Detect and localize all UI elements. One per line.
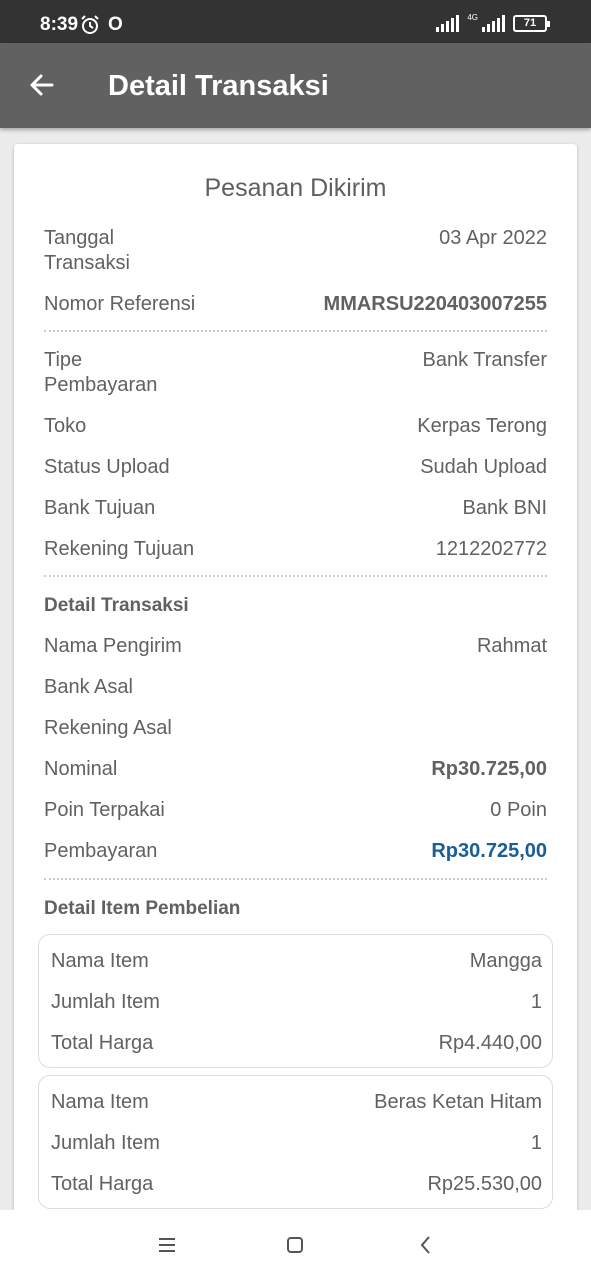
page-title: Detail Transaksi xyxy=(108,70,329,102)
pembayaran-value: Rp30.725,00 xyxy=(431,840,547,862)
battery-level: 71 xyxy=(523,17,537,29)
tipe-label: Tipe Pembayaran xyxy=(44,349,158,396)
item-name-row: Nama Item Mangga xyxy=(51,949,542,974)
upload-label: Status Upload xyxy=(44,456,170,478)
row-nominal: Nominal Rp30.725,00 xyxy=(44,757,547,782)
pengirim-value: Rahmat xyxy=(476,635,547,657)
poin-value: 0 Poin xyxy=(490,799,547,821)
item-card: Nama Item Mangga Jumlah Item 1 Total Har… xyxy=(38,934,553,1068)
rekening-asal-label: Rekening Asal xyxy=(44,717,172,739)
row-poin: Poin Terpakai 0 Poin xyxy=(44,798,547,823)
opera-icon: O xyxy=(108,14,123,35)
chevron-left-icon[interactable] xyxy=(411,1232,441,1258)
signal-icon-2 xyxy=(482,14,505,32)
item-qty-row: Jumlah Item 1 xyxy=(51,990,542,1015)
item-name-row: Nama Item Beras Ketan Hitam xyxy=(51,1090,542,1115)
menu-icon[interactable] xyxy=(152,1232,182,1258)
transaction-card: Pesanan Dikirim Tanggal Transaksi 03 Apr … xyxy=(14,144,577,1224)
row-toko: Toko Kerpas Terong xyxy=(44,414,547,439)
signal-icon xyxy=(436,14,460,32)
pembayaran-label: Pembayaran xyxy=(44,840,158,862)
referensi-value: MMARSU220403007255 xyxy=(323,293,547,315)
item-total-row: Total Harga Rp4.440,00 xyxy=(51,1031,542,1056)
item-qty-label: Jumlah Item xyxy=(51,991,160,1013)
upload-value: Sudah Upload xyxy=(420,456,547,478)
divider xyxy=(44,575,547,577)
item-total-value: Rp4.440,00 xyxy=(438,1032,542,1054)
status-bar: 8:39 O 4G 71 xyxy=(0,0,591,43)
tanggal-label: Tanggal Transaksi xyxy=(44,227,130,274)
toko-value: Kerpas Terong xyxy=(417,415,547,437)
section-title-items: Detail Item Pembelian xyxy=(44,898,241,919)
item-qty-value: 1 xyxy=(530,1132,542,1154)
row-tanggal: Tanggal Transaksi 03 Apr 2022 xyxy=(44,226,547,276)
rekening-tujuan-label: Rekening Tujuan xyxy=(44,538,195,560)
item-name-value: Beras Ketan Hitam xyxy=(374,1091,542,1113)
pengirim-label: Nama Pengirim xyxy=(44,635,182,657)
divider xyxy=(44,878,547,880)
tipe-value: Bank Transfer xyxy=(422,349,547,371)
tanggal-value: 03 Apr 2022 xyxy=(439,227,547,249)
row-rekening-asal: Rekening Asal xyxy=(44,716,547,741)
row-pengirim: Nama Pengirim Rahmat xyxy=(44,634,547,659)
item-name-label: Nama Item xyxy=(51,1091,149,1113)
item-name-value: Mangga xyxy=(469,950,542,972)
item-qty-label: Jumlah Item xyxy=(51,1132,160,1154)
item-qty-value: 1 xyxy=(530,991,542,1013)
row-referensi: Nomor Referensi MMARSU220403007255 xyxy=(44,292,547,317)
bank-asal-label: Bank Asal xyxy=(44,676,133,698)
item-name-label: Nama Item xyxy=(51,950,149,972)
order-status: Pesanan Dikirim xyxy=(204,174,387,202)
item-total-row: Total Harga Rp25.530,00 xyxy=(51,1172,542,1197)
row-bank-tujuan: Bank Tujuan Bank BNI xyxy=(44,496,547,521)
referensi-label: Nomor Referensi xyxy=(44,293,196,315)
battery-icon: 71 xyxy=(513,15,550,32)
nominal-label: Nominal xyxy=(44,758,118,780)
row-tipe: Tipe Pembayaran Bank Transfer xyxy=(44,348,547,398)
square-icon[interactable] xyxy=(280,1232,310,1258)
poin-label: Poin Terpakai xyxy=(44,799,165,821)
network-label: 4G xyxy=(467,13,478,22)
divider xyxy=(44,330,547,332)
row-bank-asal: Bank Asal xyxy=(44,675,547,700)
row-rekening-tujuan: Rekening Tujuan 1212202772 xyxy=(44,537,547,562)
row-pembayaran: Pembayaran Rp30.725,00 xyxy=(44,839,547,864)
arrow-left-icon[interactable] xyxy=(22,65,62,105)
item-qty-row: Jumlah Item 1 xyxy=(51,1131,542,1156)
section-title-transaksi: Detail Transaksi xyxy=(44,595,189,616)
app-bar: Detail Transaksi xyxy=(0,43,591,128)
item-card: Nama Item Beras Ketan Hitam Jumlah Item … xyxy=(38,1075,553,1209)
bank-tujuan-value: Bank BNI xyxy=(462,497,547,519)
toko-label: Toko xyxy=(44,415,87,437)
system-nav-bar xyxy=(0,1210,591,1280)
item-total-label: Total Harga xyxy=(51,1173,154,1195)
status-time: 8:39 xyxy=(40,14,79,35)
alarm-icon xyxy=(81,15,99,34)
rekening-tujuan-value: 1212202772 xyxy=(435,538,547,560)
row-upload: Status Upload Sudah Upload xyxy=(44,455,547,480)
item-total-label: Total Harga xyxy=(51,1032,154,1054)
bank-tujuan-label: Bank Tujuan xyxy=(44,497,156,519)
item-total-value: Rp25.530,00 xyxy=(427,1173,542,1195)
nominal-value: Rp30.725,00 xyxy=(431,758,547,780)
